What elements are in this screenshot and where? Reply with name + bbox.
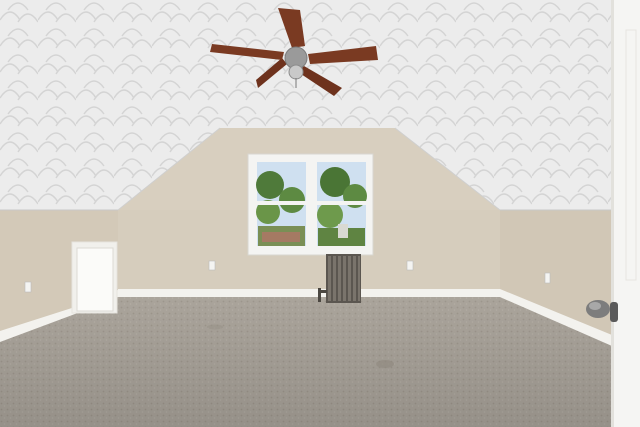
outlet-icon	[208, 260, 216, 271]
room-illustration	[0, 0, 640, 427]
open-door[interactable]	[611, 0, 640, 427]
baseboard-back	[118, 289, 500, 297]
window-icon	[247, 153, 374, 256]
access-door-icon[interactable]	[71, 241, 118, 314]
outlet-icon	[406, 260, 414, 271]
attic-room-photo	[0, 0, 640, 427]
outlet-icon	[24, 281, 32, 293]
outlet-icon	[544, 272, 551, 284]
